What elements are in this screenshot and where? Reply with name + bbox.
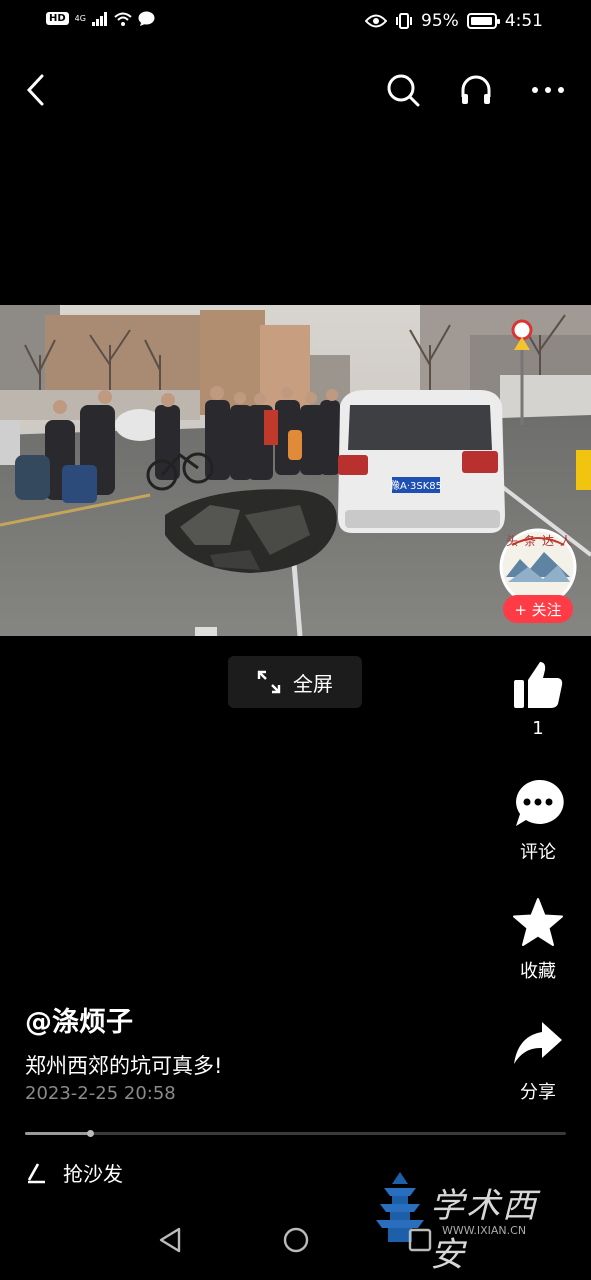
license-plate: 豫A·3SK85 bbox=[390, 479, 442, 492]
fullscreen-label: 全屏 bbox=[293, 671, 333, 696]
back-button[interactable] bbox=[14, 68, 58, 112]
favorite-button[interactable]: 收藏 bbox=[500, 897, 576, 983]
post-timestamp: 2023-2-25 20:58 bbox=[25, 1083, 176, 1104]
post-caption: 郑州西郊的坑可真多! bbox=[25, 1054, 223, 1078]
nav-back-button[interactable] bbox=[150, 1220, 190, 1260]
headphones-icon bbox=[461, 75, 491, 104]
follow-button[interactable]: + 关注 bbox=[503, 595, 573, 623]
share-arrow-icon bbox=[514, 1022, 562, 1064]
video-progress-bar[interactable] bbox=[25, 1130, 566, 1137]
search-icon bbox=[387, 74, 420, 107]
watermark-url: WWW.IXIAN.CN bbox=[442, 1224, 527, 1237]
more-button[interactable] bbox=[526, 68, 570, 112]
favorite-label: 收藏 bbox=[520, 961, 556, 982]
signal-icon bbox=[91, 11, 107, 26]
search-button[interactable] bbox=[381, 68, 425, 112]
author-name[interactable]: @涤烦子 bbox=[25, 1000, 133, 1039]
wifi-icon bbox=[114, 12, 132, 26]
like-button[interactable]: 1 bbox=[500, 658, 576, 739]
progress-handle[interactable] bbox=[86, 1130, 94, 1137]
fullscreen-button[interactable]: 全屏 bbox=[228, 656, 362, 708]
comment-input[interactable]: 抢沙发 bbox=[25, 1158, 123, 1187]
battery-icon bbox=[466, 13, 500, 29]
share-button[interactable]: 分享 bbox=[500, 1018, 576, 1104]
nav-home-button[interactable] bbox=[276, 1220, 316, 1260]
thumbs-up-icon bbox=[514, 662, 563, 708]
comment-button[interactable]: 评论 bbox=[500, 778, 576, 864]
square-recents-icon bbox=[408, 1228, 432, 1252]
vibrate-icon bbox=[396, 13, 413, 29]
circle-home-icon bbox=[283, 1227, 309, 1253]
triangle-back-icon bbox=[159, 1227, 181, 1253]
status-right: 95% 4:51 bbox=[365, 11, 543, 31]
clock: 4:51 bbox=[504, 11, 543, 31]
status-bar: HD 4G 95% 4:51 bbox=[0, 0, 591, 44]
progress-fill bbox=[25, 1132, 90, 1135]
battery-percent: 95% bbox=[421, 11, 459, 31]
network-type: 4G bbox=[74, 14, 86, 23]
eye-icon bbox=[365, 14, 388, 28]
comment-bubble-icon bbox=[516, 779, 564, 826]
chevron-left-icon bbox=[26, 74, 44, 106]
status-left: HD 4G bbox=[46, 11, 155, 26]
chat-icon bbox=[138, 11, 155, 26]
pen-icon bbox=[27, 1162, 45, 1183]
badge-text: 头条达人 bbox=[506, 534, 579, 548]
like-count: 1 bbox=[532, 718, 544, 739]
share-label: 分享 bbox=[520, 1082, 556, 1103]
video-player[interactable]: 豫A·3SK85 头条达人 + 关注 bbox=[0, 305, 591, 636]
more-icon bbox=[532, 87, 564, 93]
expand-icon bbox=[257, 670, 281, 694]
comment-label: 评论 bbox=[520, 842, 556, 863]
listen-button[interactable] bbox=[454, 68, 498, 112]
star-icon bbox=[513, 898, 563, 946]
comment-placeholder: 抢沙发 bbox=[63, 1162, 123, 1186]
nav-recents-button[interactable] bbox=[400, 1220, 440, 1260]
hd-badge: HD bbox=[46, 12, 69, 25]
